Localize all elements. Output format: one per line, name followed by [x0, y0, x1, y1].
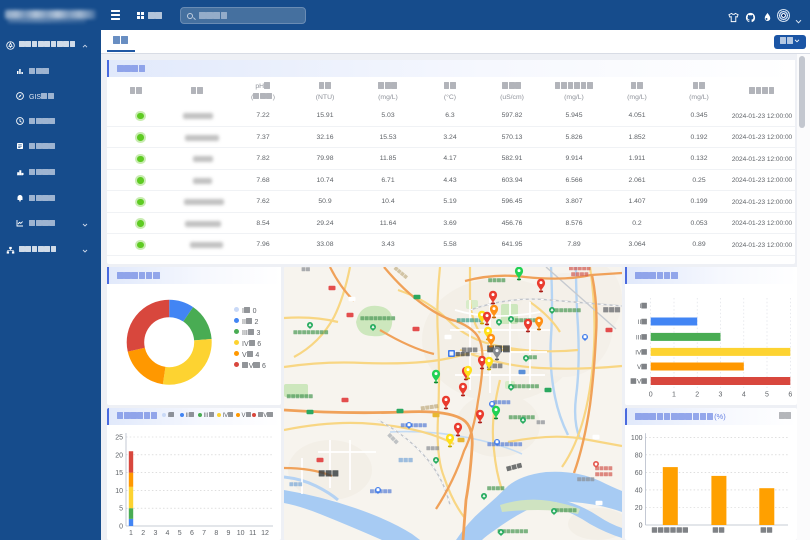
- svg-text:6: 6: [788, 392, 792, 399]
- svg-text:0: 0: [639, 523, 643, 530]
- svg-text:7: 7: [202, 530, 206, 537]
- svg-text:4: 4: [166, 530, 170, 537]
- svg-text:9: 9: [226, 530, 230, 537]
- svg-text:5: 5: [119, 506, 123, 513]
- svg-text:15: 15: [115, 470, 123, 477]
- svg-text:20: 20: [115, 452, 123, 459]
- svg-text:3: 3: [153, 530, 157, 537]
- svg-text:80: 80: [635, 452, 643, 459]
- svg-text:11: 11: [249, 530, 256, 537]
- svg-text:10: 10: [115, 488, 123, 495]
- svg-text:V: V: [637, 349, 642, 356]
- svg-text:1: 1: [129, 530, 133, 537]
- svg-text:0: 0: [649, 392, 653, 399]
- svg-text:I: I: [640, 319, 642, 326]
- svg-text:10: 10: [237, 530, 245, 537]
- svg-text:V: V: [637, 379, 642, 386]
- svg-text:2: 2: [695, 392, 699, 399]
- svg-text:5: 5: [765, 392, 769, 399]
- svg-text:5: 5: [178, 530, 182, 537]
- svg-text:6: 6: [190, 530, 194, 537]
- svg-text:100: 100: [631, 435, 643, 442]
- svg-text:0: 0: [119, 524, 123, 531]
- svg-text:I: I: [640, 334, 642, 341]
- svg-text:4: 4: [742, 392, 746, 399]
- svg-text:V: V: [637, 364, 642, 371]
- svg-text:60: 60: [635, 470, 643, 477]
- svg-text:2: 2: [141, 530, 145, 537]
- svg-text:3: 3: [719, 392, 723, 399]
- svg-text:40: 40: [635, 487, 643, 494]
- svg-text:20: 20: [635, 505, 643, 512]
- svg-text:12: 12: [261, 530, 269, 537]
- svg-text:8: 8: [214, 530, 218, 537]
- svg-text:1: 1: [672, 392, 676, 399]
- svg-text:25: 25: [115, 435, 123, 442]
- svg-text:I: I: [640, 303, 642, 310]
